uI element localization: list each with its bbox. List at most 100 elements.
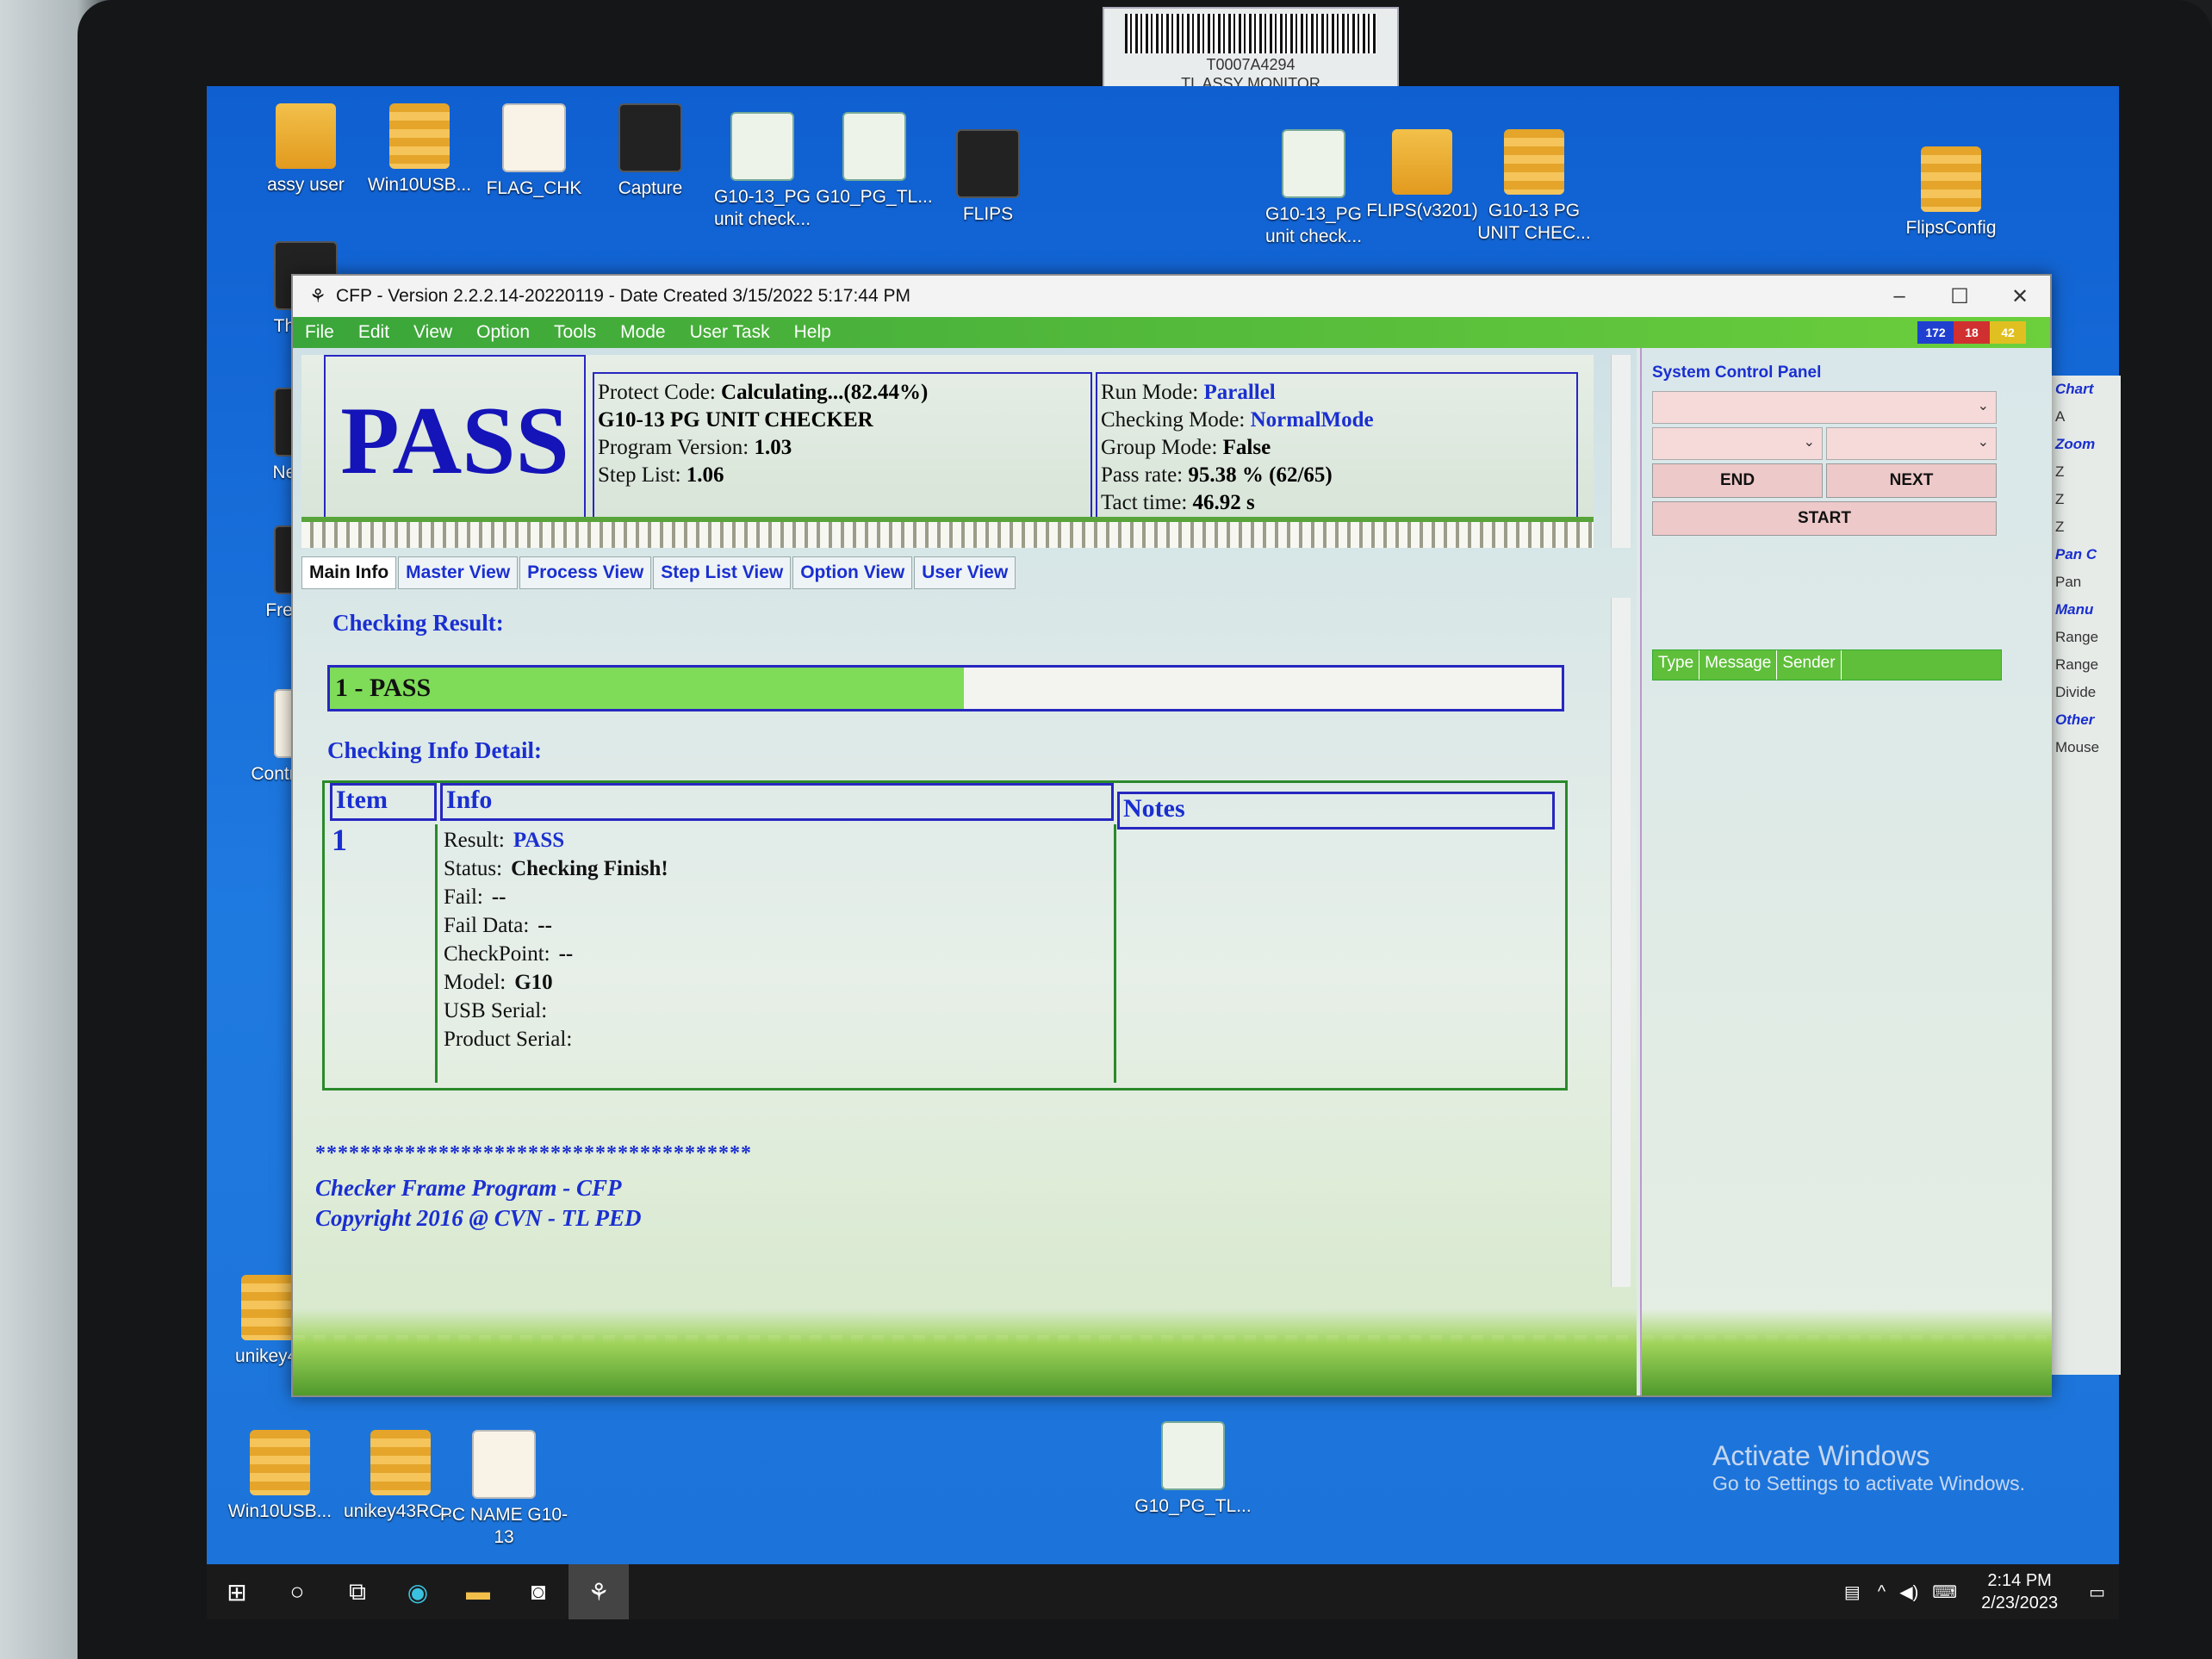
col-message[interactable]: Message xyxy=(1699,650,1778,680)
minimize-button[interactable]: – xyxy=(1869,284,1929,308)
close-button[interactable]: ✕ xyxy=(1990,284,2050,309)
window-title: CFP - Version 2.2.2.14-20220119 - Date C… xyxy=(336,286,910,306)
cfp-app-icon[interactable]: ⚘ xyxy=(569,1564,629,1619)
col-sender[interactable]: Sender xyxy=(1777,650,1842,680)
strip-item: Range xyxy=(2055,629,2099,645)
tab-main-info[interactable]: Main Info xyxy=(301,556,397,589)
info-line-value: G10 xyxy=(514,971,553,994)
info-line-value: -- xyxy=(558,942,574,966)
desktop-icon[interactable]: Capture xyxy=(586,103,715,200)
strip-item: Z xyxy=(2055,463,2065,480)
checking-mode-value: NormalMode xyxy=(1250,408,1374,432)
keyboard-icon[interactable]: ⌨ xyxy=(1932,1581,1957,1603)
menu-tools[interactable]: Tools xyxy=(554,322,596,343)
desktop-icon[interactable]: G10-13 PG UNIT CHEC... xyxy=(1469,129,1599,245)
notification-icon[interactable]: ▭ xyxy=(2089,1581,2105,1603)
menu-file[interactable]: File xyxy=(305,322,334,343)
desktop-icon[interactable]: FLIPS xyxy=(923,129,1053,226)
protect-code-value: Calculating...(82.44%) xyxy=(721,381,929,404)
activate-subtitle: Go to Settings to activate Windows. xyxy=(1712,1472,2026,1494)
desktop-icon-label: Win10USB... xyxy=(227,1501,332,1521)
desktop-icon[interactable]: G10_PG_TL... xyxy=(810,112,939,208)
tact-time-value: 46.92 s xyxy=(1192,491,1255,514)
info-line-label: Result: xyxy=(444,829,505,852)
system-control-panel: System Control Panel ⌄ ⌄ ⌄ END NEXT STAR… xyxy=(1652,363,1997,536)
desktop-icon-label: Win10USB... xyxy=(367,175,472,195)
info-line-label: Fail Data: xyxy=(444,914,530,937)
counters: 172 18 42 xyxy=(1917,321,2026,344)
top-dropdown[interactable]: ⌄ xyxy=(1652,391,1997,424)
menu-user-task[interactable]: User Task xyxy=(690,322,770,343)
desktop-icon[interactable]: Win10USB... xyxy=(215,1430,345,1523)
end-button[interactable]: END xyxy=(1652,463,1823,498)
desktop-icon-label: FLIPS(v3201) xyxy=(1366,201,1478,221)
news-icon[interactable]: ▤ xyxy=(1844,1581,1861,1603)
menu-option[interactable]: Option xyxy=(476,322,530,343)
result-progress-bar: 1 - PASS xyxy=(327,665,1564,711)
right-dropdown[interactable]: ⌄ xyxy=(1826,427,1997,460)
search-icon[interactable]: ○ xyxy=(267,1564,327,1619)
chevron-down-icon: ⌄ xyxy=(1977,399,1989,413)
menu-mode[interactable]: Mode xyxy=(620,322,666,343)
menu-help[interactable]: Help xyxy=(794,322,831,343)
col-divider xyxy=(1114,824,1116,1083)
content-scrollbar[interactable] xyxy=(1611,598,1631,1287)
col-type[interactable]: Type xyxy=(1653,650,1700,680)
maximize-button[interactable]: ☐ xyxy=(1929,284,1990,309)
desktop-icon[interactable]: G10-13_PG unit check... xyxy=(698,112,827,231)
volume-icon[interactable]: ◀) xyxy=(1899,1581,1918,1603)
desktop-icon[interactable]: FLIPS(v3201) xyxy=(1358,129,1487,222)
desktop-icon[interactable]: G10_PG_TL... xyxy=(1128,1421,1258,1518)
fence-decoration xyxy=(301,517,1594,548)
program-version-value: 1.03 xyxy=(754,436,792,459)
cfp-window: ⚘ CFP - Version 2.2.2.14-20220119 - Date… xyxy=(291,274,2052,1397)
camera-app-icon[interactable]: ◙ xyxy=(508,1564,569,1619)
zip-icon xyxy=(370,1430,431,1495)
info-line: Model: G10 xyxy=(444,968,668,997)
info-line-label: CheckPoint: xyxy=(444,942,550,966)
strip-item: Manu xyxy=(2055,601,2094,618)
desktop-icon[interactable]: assy user xyxy=(241,103,370,196)
xls-icon xyxy=(1282,129,1345,198)
asset-code: T0007A4294 xyxy=(1206,56,1296,73)
counter-badge: 42 xyxy=(1990,321,2026,344)
desktop-icon-label: G10-13_PG unit check... xyxy=(1264,204,1363,246)
tab-master-view[interactable]: Master View xyxy=(398,556,519,589)
desktop-icon-label: Capture xyxy=(618,178,683,198)
protect-code-label: Protect Code: xyxy=(598,381,716,404)
folder-icon xyxy=(276,103,336,169)
col-divider xyxy=(435,824,438,1083)
tab-process-view[interactable]: Process View xyxy=(519,556,652,589)
strip-item: Other xyxy=(2055,711,2095,728)
clock[interactable]: 2:14 PM 2/23/2023 xyxy=(1981,1569,2058,1614)
program-version-label: Program Version: xyxy=(598,436,749,459)
row-info-lines: Result: PASS Status: Checking Finish! Fail: -… xyxy=(444,826,668,1053)
tab-option-view[interactable]: Option View xyxy=(792,556,913,589)
grass-decoration xyxy=(293,1309,1637,1395)
task-view-icon[interactable]: ⧉ xyxy=(327,1564,388,1619)
windows-start-icon[interactable]: ⊞ xyxy=(207,1564,267,1619)
file-explorer-icon[interactable]: ▬ xyxy=(448,1564,508,1619)
tab-step-list-view[interactable]: Step List View xyxy=(653,556,792,589)
desktop-icon[interactable]: PC NAME G10-13 xyxy=(439,1430,569,1549)
grass-decoration xyxy=(1642,1309,2052,1395)
next-button[interactable]: NEXT xyxy=(1826,463,1997,498)
desktop-icon[interactable]: FlipsConfig xyxy=(1886,146,2016,239)
menu-view[interactable]: View xyxy=(413,322,452,343)
info-line-value: -- xyxy=(491,885,506,909)
menu-edit[interactable]: Edit xyxy=(358,322,389,343)
clock-date: 2/23/2023 xyxy=(1981,1594,2059,1612)
left-dropdown[interactable]: ⌄ xyxy=(1652,427,1823,460)
edge-browser-icon[interactable]: ◉ xyxy=(388,1564,448,1619)
chevron-up-icon[interactable]: ^ xyxy=(1878,1582,1886,1602)
checking-result-title: Checking Result: xyxy=(332,610,504,636)
run-mode-label: Run Mode: xyxy=(1101,381,1199,404)
desktop-icon[interactable]: FLAG_CHK xyxy=(469,103,599,200)
tab-user-view[interactable]: User View xyxy=(914,556,1016,589)
start-button[interactable]: START xyxy=(1652,501,1997,536)
desktop-icon-label: FlipsConfig xyxy=(1905,218,1997,238)
header-scrollbar[interactable] xyxy=(1611,355,1631,548)
group-mode-value: False xyxy=(1222,436,1271,459)
desktop-icon[interactable]: Win10USB... xyxy=(355,103,484,196)
system-side-panel: System Control Panel ⌄ ⌄ ⌄ END NEXT STAR… xyxy=(1640,348,2052,1395)
